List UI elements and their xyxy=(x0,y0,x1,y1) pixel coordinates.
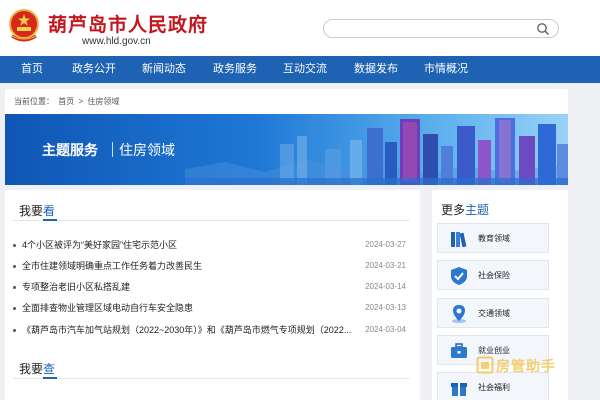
news-date: 2024-03-04 xyxy=(365,325,406,334)
news-date: 2024-03-14 xyxy=(365,282,406,291)
topic-banner: 主题服务 住房领域 xyxy=(5,114,568,185)
breadcrumb-home[interactable]: 首页 xyxy=(58,97,74,106)
gift-icon xyxy=(451,383,467,396)
topic-social-welfare[interactable]: 社会福利 xyxy=(437,372,549,400)
topic-social-insurance[interactable]: 社会保险 xyxy=(437,260,549,290)
nav-item-interaction[interactable]: 互动交流 xyxy=(283,56,327,83)
breadcrumb-current: 住房领域 xyxy=(87,97,120,106)
divider xyxy=(13,378,410,379)
side-title: 更多主题 xyxy=(441,201,489,218)
topic-label: 交通领域 xyxy=(478,309,510,318)
banner-subtitle: 住房领域 xyxy=(119,142,175,158)
nav-item-home[interactable]: 首页 xyxy=(21,56,43,83)
news-item[interactable]: 全市住建领域明确重点工作任务着力改善民生 2024-03-21 xyxy=(13,258,410,274)
news-date: 2024-03-13 xyxy=(365,303,406,312)
news-item[interactable]: 专项整治老旧小区私搭乱建 2024-03-14 xyxy=(13,279,410,295)
topic-transport[interactable]: 交通领域 xyxy=(437,298,549,328)
books-icon xyxy=(451,232,467,248)
section-title-see: 我要看 xyxy=(19,202,55,219)
section-title-query: 我要查 xyxy=(19,360,55,377)
side-title-prefix: 更多 xyxy=(441,203,466,217)
main-nav: 首页 政务公开 新闻动态 政务服务 互动交流 数据发布 市情概况 xyxy=(0,56,600,83)
watermark-text: 房管助手 xyxy=(496,358,556,374)
home-chat-icon xyxy=(476,356,494,374)
topic-education[interactable]: 教育领域 xyxy=(437,223,549,253)
topic-label: 社会福利 xyxy=(478,383,510,392)
search-icon[interactable] xyxy=(536,22,550,36)
side-title-highlight: 主题 xyxy=(465,203,490,217)
nav-item-news[interactable]: 新闻动态 xyxy=(142,56,186,83)
bullet-icon xyxy=(13,265,16,268)
nav-item-government-affairs[interactable]: 政务公开 xyxy=(72,56,116,83)
location-pin-icon xyxy=(452,305,466,323)
breadcrumb: 当前位置： 首页 > 住房领域 xyxy=(5,89,568,115)
news-date: 2024-03-27 xyxy=(365,240,406,249)
topic-label: 教育领域 xyxy=(478,234,510,243)
bullet-icon xyxy=(13,244,16,247)
breadcrumb-separator: > xyxy=(78,97,84,106)
shield-check-icon xyxy=(451,267,467,285)
news-item[interactable]: 全面排查物业管理区域电动自行车安全隐患 2024-03-13 xyxy=(13,300,410,316)
news-date: 2024-03-21 xyxy=(365,261,406,270)
search-input[interactable] xyxy=(334,22,529,35)
section-title-prefix: 我要 xyxy=(19,362,44,376)
news-title[interactable]: 全市住建领域明确重点工作任务着力改善民生 xyxy=(22,258,202,274)
news-title[interactable]: 《葫芦岛市汽车加气站规划（2022~2030年）》和《葫芦岛市燃气专项规划（20… xyxy=(22,322,351,338)
briefcase-icon xyxy=(451,343,467,358)
section-underline xyxy=(43,219,57,221)
national-emblem-icon xyxy=(9,9,39,42)
news-title[interactable]: 全面排查物业管理区域电动自行车安全隐患 xyxy=(22,300,193,316)
news-item[interactable]: 4个小区被评为“美好家园”住宅示范小区 2024-03-27 xyxy=(13,237,410,253)
site-header: 葫芦岛市人民政府 www.hld.gov.cn xyxy=(0,0,600,56)
news-item[interactable]: 《葫芦岛市汽车加气站规划（2022~2030年）》和《葫芦岛市燃气专项规划（20… xyxy=(13,322,410,338)
app-watermark: 房管助手 xyxy=(476,353,556,376)
bullet-icon xyxy=(13,286,16,289)
site-url: www.hld.gov.cn xyxy=(82,36,151,47)
nav-item-data[interactable]: 数据发布 xyxy=(354,56,398,83)
nav-item-city-overview[interactable]: 市情概况 xyxy=(424,56,468,83)
banner-divider xyxy=(112,142,113,157)
section-title-prefix: 我要 xyxy=(19,204,44,218)
divider xyxy=(13,220,410,221)
search-box xyxy=(323,19,559,38)
main-content: 我要看 4个小区被评为“美好家园”住宅示范小区 2024-03-27 全市住建领… xyxy=(5,190,420,400)
section-title-highlight: 查 xyxy=(43,362,56,376)
topic-label: 社会保险 xyxy=(478,271,510,280)
site-title: 葫芦岛市人民政府 xyxy=(48,15,209,36)
nav-item-services[interactable]: 政务服务 xyxy=(213,56,257,83)
bullet-icon xyxy=(13,307,16,310)
news-title[interactable]: 4个小区被评为“美好家园”住宅示范小区 xyxy=(22,237,177,253)
banner-title: 主题服务 xyxy=(42,142,98,158)
news-title[interactable]: 专项整治老旧小区私搭乱建 xyxy=(22,279,130,295)
breadcrumb-label: 当前位置： xyxy=(14,97,54,106)
section-title-highlight: 看 xyxy=(43,204,56,218)
section-underline xyxy=(43,377,57,379)
bullet-icon xyxy=(13,329,16,332)
